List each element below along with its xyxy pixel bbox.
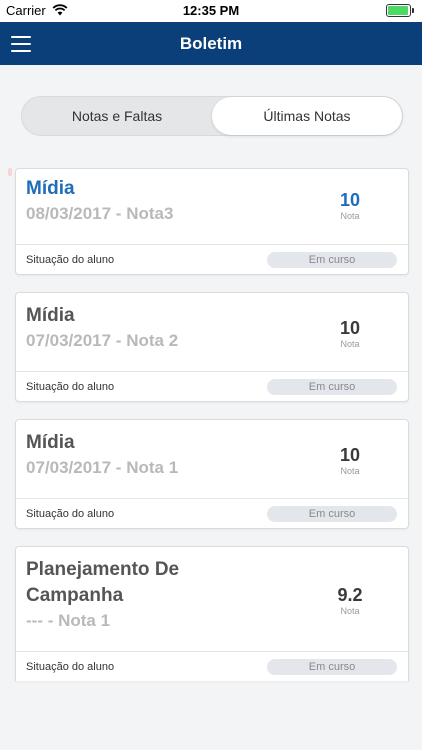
grade-label: Nota	[340, 339, 360, 349]
situacao-label: Situação do aluno	[26, 381, 115, 393]
divider	[16, 371, 408, 372]
divider	[16, 498, 408, 499]
situacao-label: Situação do aluno	[26, 661, 115, 673]
grade-value: 10	[339, 445, 361, 465]
situacao-label: Situação do aluno	[26, 508, 115, 520]
grade-card[interactable]: Mídia 07/03/2017 - Nota 1 10 Nota Situaç…	[15, 419, 409, 529]
course-name-line1: Planejamento De	[26, 559, 180, 580]
battery-icon	[386, 4, 416, 17]
course-name: Mídia	[26, 432, 75, 453]
grade-value: 9.2	[337, 585, 363, 605]
date-note: --- - Nota 1	[26, 611, 111, 630]
page-title: Boletim	[179, 34, 243, 53]
grade-label: Nota	[340, 466, 360, 476]
date-note: 08/03/2017 - Nota3	[26, 204, 174, 223]
status-badge: Em curso	[267, 379, 397, 395]
grade-label: Nota	[340, 211, 360, 221]
course-name: Mídia	[26, 178, 75, 199]
grade-value: 10	[339, 190, 361, 210]
status-bar: Carrier 12:35 PM	[0, 0, 422, 22]
course-name-line2: Campanha	[26, 585, 124, 606]
nav-header: Boletim	[0, 22, 422, 65]
status-badge: Em curso	[267, 506, 397, 522]
grade-card[interactable]: Mídia 08/03/2017 - Nota3 10 Nota Situaçã…	[8, 168, 409, 275]
tab-ultimas-notas[interactable]: Últimas Notas	[212, 97, 402, 135]
status-badge: Em curso	[267, 252, 397, 268]
course-name: Mídia	[26, 305, 75, 326]
clock: 12:35 PM	[182, 3, 240, 18]
date-note: 07/03/2017 - Nota 2	[26, 331, 179, 350]
status-badge: Em curso	[267, 659, 397, 675]
tab-notas-e-faltas[interactable]: Notas e Faltas	[22, 97, 212, 135]
segmented-control: Notas e Faltas Últimas Notas	[21, 96, 403, 136]
date-note: 07/03/2017 - Nota 1	[26, 458, 179, 477]
grade-label: Nota	[340, 606, 360, 616]
situacao-label: Situação do aluno	[26, 254, 115, 266]
grade-card[interactable]: Mídia 07/03/2017 - Nota 2 10 Nota Situaç…	[15, 292, 409, 402]
divider	[16, 651, 408, 652]
grade-card[interactable]: Planejamento De Campanha --- - Nota 1 9.…	[15, 546, 409, 681]
grade-value: 10	[339, 318, 361, 338]
divider	[16, 244, 408, 245]
